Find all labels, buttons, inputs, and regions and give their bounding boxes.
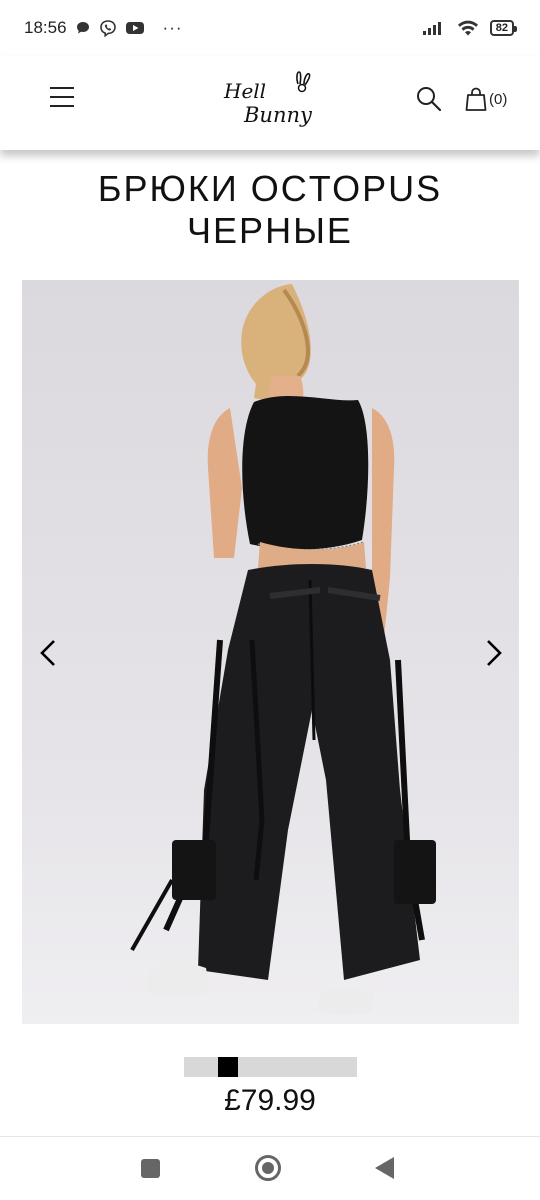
- battery-indicator: 82: [489, 20, 518, 36]
- status-bar: 18:56 ··· 82: [0, 0, 540, 56]
- status-left: 18:56 ···: [24, 18, 183, 38]
- gallery-prev-arrow-icon[interactable]: [34, 638, 64, 668]
- recent-apps-icon[interactable]: [141, 1159, 160, 1178]
- wifi-icon: [457, 20, 478, 36]
- status-right: 82: [422, 19, 518, 37]
- youtube-icon: [125, 22, 144, 34]
- gallery-scroll-indicator[interactable]: [184, 1057, 357, 1077]
- cart-count: (0): [489, 90, 508, 108]
- viber-icon: [99, 20, 116, 37]
- status-time: 18:56: [24, 18, 67, 37]
- search-icon[interactable]: [414, 84, 444, 114]
- product-title-line2: ЧЕРНЫЕ: [187, 210, 353, 251]
- product-image-gallery[interactable]: [22, 280, 519, 1024]
- product-title-line1: БРЮКИ OCTOPUS: [97, 168, 443, 209]
- hamburger-menu-icon[interactable]: [48, 84, 76, 110]
- system-navigation-bar: [0, 1136, 540, 1200]
- product-price: £79.99: [224, 1084, 316, 1117]
- back-icon[interactable]: [375, 1157, 394, 1179]
- gallery-next-arrow-icon[interactable]: [478, 638, 508, 668]
- gallery-scroll-thumb[interactable]: [218, 1057, 238, 1077]
- hell-bunny-logo[interactable]: Hell Bunny: [218, 64, 322, 134]
- site-header: Hell Bunny (0): [0, 56, 540, 150]
- product-title: БРЮКИ OCTOPUS ЧЕРНЫЕ: [0, 168, 540, 252]
- cart-button[interactable]: (0): [464, 84, 507, 114]
- status-more: ···: [162, 18, 183, 37]
- home-icon[interactable]: [255, 1155, 281, 1181]
- signal-icon: [422, 22, 441, 35]
- product-photo[interactable]: [22, 280, 519, 1024]
- chat-icon: [76, 22, 89, 34]
- shopping-bag-icon: [465, 87, 487, 111]
- svg-text:Hell: Hell: [223, 79, 266, 103]
- svg-text:Bunny: Bunny: [243, 103, 313, 127]
